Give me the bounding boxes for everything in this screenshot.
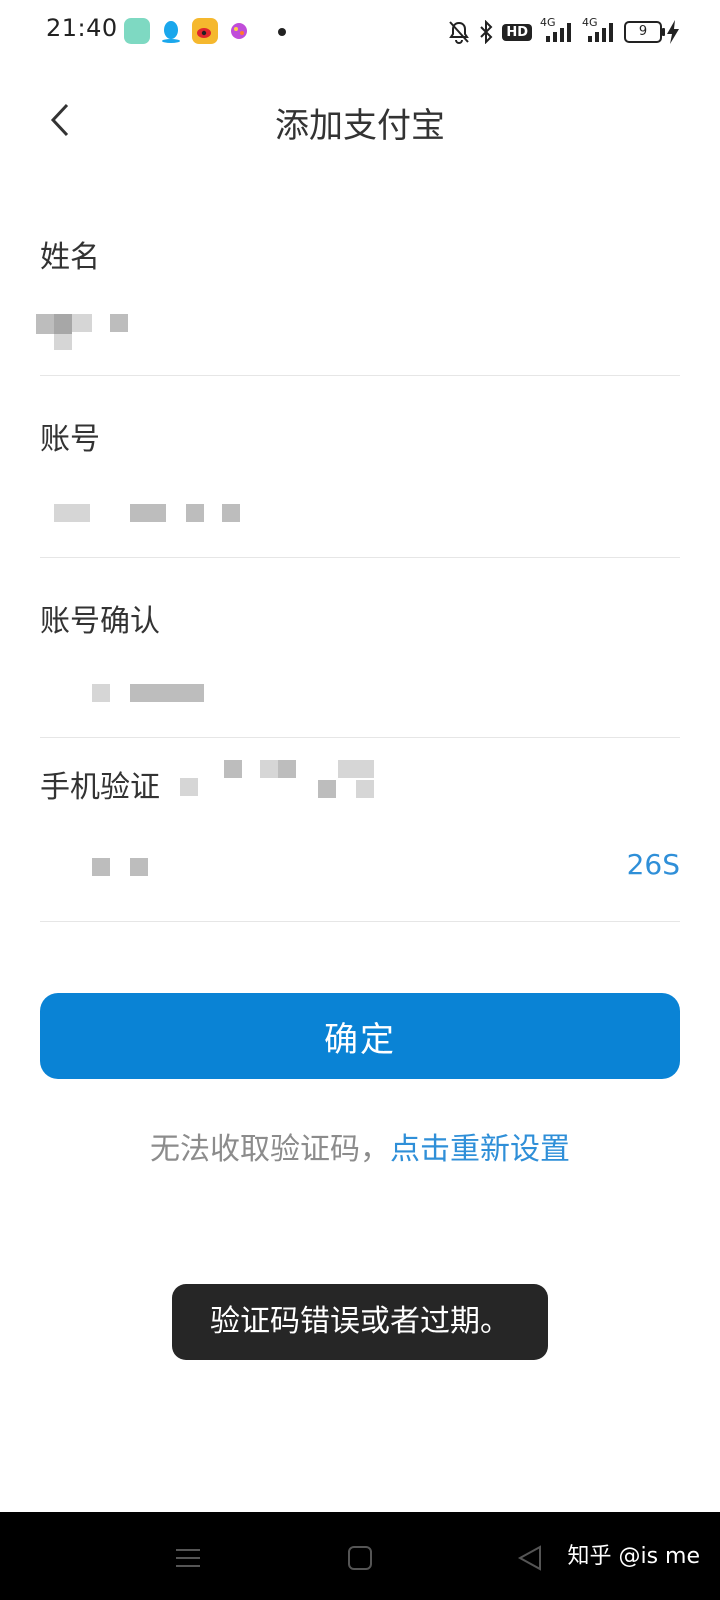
name-input[interactable]	[36, 312, 680, 372]
account-divider	[40, 557, 680, 558]
confirm-button[interactable]: 确定	[40, 993, 680, 1079]
menu-icon	[176, 1549, 200, 1567]
account-confirm-field: 账号确认	[40, 596, 680, 742]
verification-code-input[interactable]	[40, 844, 680, 904]
signal-4g-icon: 4G	[582, 16, 616, 44]
reset-link[interactable]: 点击重新设置	[390, 1132, 570, 1167]
back-triangle-icon	[517, 1545, 541, 1571]
hint-text: 无法收取验证码，	[150, 1132, 390, 1167]
back-nav-button[interactable]	[508, 1536, 552, 1580]
status-indicators: HD 4G 4G 9	[448, 14, 665, 50]
navigation-bar: 知乎 @is me	[0, 1512, 720, 1600]
status-bar: 21:40 HD 4G 4G 9	[0, 0, 720, 64]
game-icon	[226, 18, 252, 44]
name-label: 姓名	[40, 240, 100, 275]
home-square-icon	[348, 1546, 372, 1570]
account-input[interactable]	[40, 494, 680, 554]
bell-off-icon	[448, 20, 470, 44]
status-time: 21:40	[46, 14, 118, 42]
code-hint: 无法收取验证码，点击重新设置	[0, 1124, 720, 1168]
account-confirm-divider	[40, 737, 680, 738]
menu-button[interactable]	[166, 1536, 210, 1580]
charging-icon	[666, 20, 680, 48]
bluetooth-icon	[478, 20, 494, 44]
app-icon	[124, 18, 150, 44]
battery-icon: 9	[624, 21, 665, 43]
phone-verify-field: 手机验证 26S	[40, 760, 680, 924]
watermark: 知乎 @is me	[567, 1544, 700, 1569]
page-title: 添加支付宝	[275, 106, 445, 146]
account-confirm-label: 账号确认	[40, 604, 160, 639]
account-confirm-input[interactable]	[40, 674, 680, 734]
notification-dot-icon	[278, 28, 286, 36]
account-field: 账号	[40, 414, 680, 560]
home-button[interactable]	[338, 1536, 382, 1580]
qq-icon	[158, 18, 184, 44]
signal-4g-icon: 4G	[540, 16, 574, 44]
name-divider	[40, 375, 680, 376]
resend-countdown[interactable]: 26S	[627, 848, 680, 881]
header: 添加支付宝	[0, 80, 720, 160]
verification-divider	[40, 921, 680, 922]
weibo-icon	[192, 18, 218, 44]
account-label: 账号	[40, 422, 100, 457]
hd-icon: HD	[502, 23, 532, 41]
error-toast: 验证码错误或者过期。	[172, 1284, 548, 1360]
name-field: 姓名	[36, 232, 680, 378]
phone-number-display	[180, 760, 420, 802]
